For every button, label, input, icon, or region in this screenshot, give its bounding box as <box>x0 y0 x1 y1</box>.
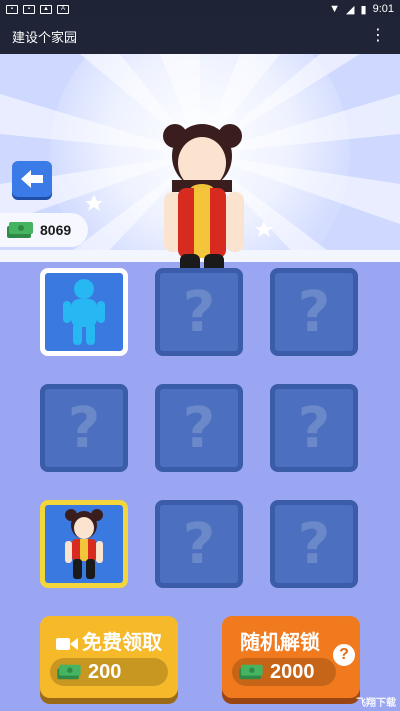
question-mark: ? <box>297 511 331 577</box>
a-icon: A <box>57 4 69 14</box>
skin-slot-locked[interactable]: ? <box>270 384 358 472</box>
cash-icon <box>239 664 263 680</box>
question-mark: ? <box>182 511 216 577</box>
question-mark: ? <box>297 395 331 461</box>
random-unlock-amount: 2000 <box>270 660 315 683</box>
question-mark: ? <box>67 395 101 461</box>
random-unlock-button[interactable]: 随机解锁 2000 ? <box>222 616 360 698</box>
notification-icon: ▪ <box>23 4 35 14</box>
question-mark: ? <box>297 279 331 345</box>
free-claim-amount: 200 <box>88 660 122 683</box>
skin-slot-locked[interactable]: ? <box>155 384 243 472</box>
video-icon <box>56 638 78 650</box>
arrow-left-icon <box>21 170 43 188</box>
app-title: 建设个家园 <box>12 29 78 45</box>
skin-slot-owned[interactable] <box>40 500 128 588</box>
random-unlock-price: 2000 <box>232 658 336 686</box>
cash-icon <box>57 664 81 680</box>
random-unlock-label: 随机解锁 <box>240 632 320 654</box>
free-claim-button[interactable]: 免费领取 200 <box>40 616 178 698</box>
free-claim-price: 200 <box>50 658 168 686</box>
currency-display: 8069 <box>0 213 88 247</box>
signal-icon: ◢ <box>346 3 355 16</box>
more-vertical-icon[interactable]: ⋮ <box>368 28 388 44</box>
question-mark: ? <box>182 395 216 461</box>
girl-figure-icon <box>65 509 103 579</box>
skin-slot-locked[interactable]: ? <box>40 384 128 472</box>
status-bar: ▪ ▪ ▲ A ▼ ◢ ▮ 9:01 <box>0 0 400 18</box>
skin-slot-locked[interactable]: ? <box>155 268 243 356</box>
notification-icon: ▪ <box>6 4 18 14</box>
skin-slot-locked[interactable]: ? <box>270 268 358 356</box>
skin-slot-selected[interactable] <box>40 268 128 356</box>
free-claim-title: 免费领取 <box>40 626 178 655</box>
clock: 9:01 <box>372 3 394 15</box>
question-mark: ? <box>182 279 216 345</box>
notification-icons: ▪ ▪ ▲ A <box>6 4 69 14</box>
cash-icon <box>7 222 33 238</box>
back-button[interactable] <box>12 161 52 197</box>
wifi-icon: ▼ <box>329 3 341 15</box>
skin-slot-locked[interactable]: ? <box>155 500 243 588</box>
blue-figure-icon <box>63 279 105 345</box>
app-bar: 建设个家园 ⋮ <box>0 18 400 54</box>
help-icon[interactable]: ? <box>330 641 358 669</box>
battery-icon: ▮ <box>360 3 367 16</box>
skin-slot-locked[interactable]: ? <box>270 500 358 588</box>
image-icon: ▲ <box>40 4 52 14</box>
free-claim-label: 免费领取 <box>82 632 162 654</box>
watermark-logo: 飞翔下载 <box>356 698 396 709</box>
currency-amount: 8069 <box>40 222 72 238</box>
